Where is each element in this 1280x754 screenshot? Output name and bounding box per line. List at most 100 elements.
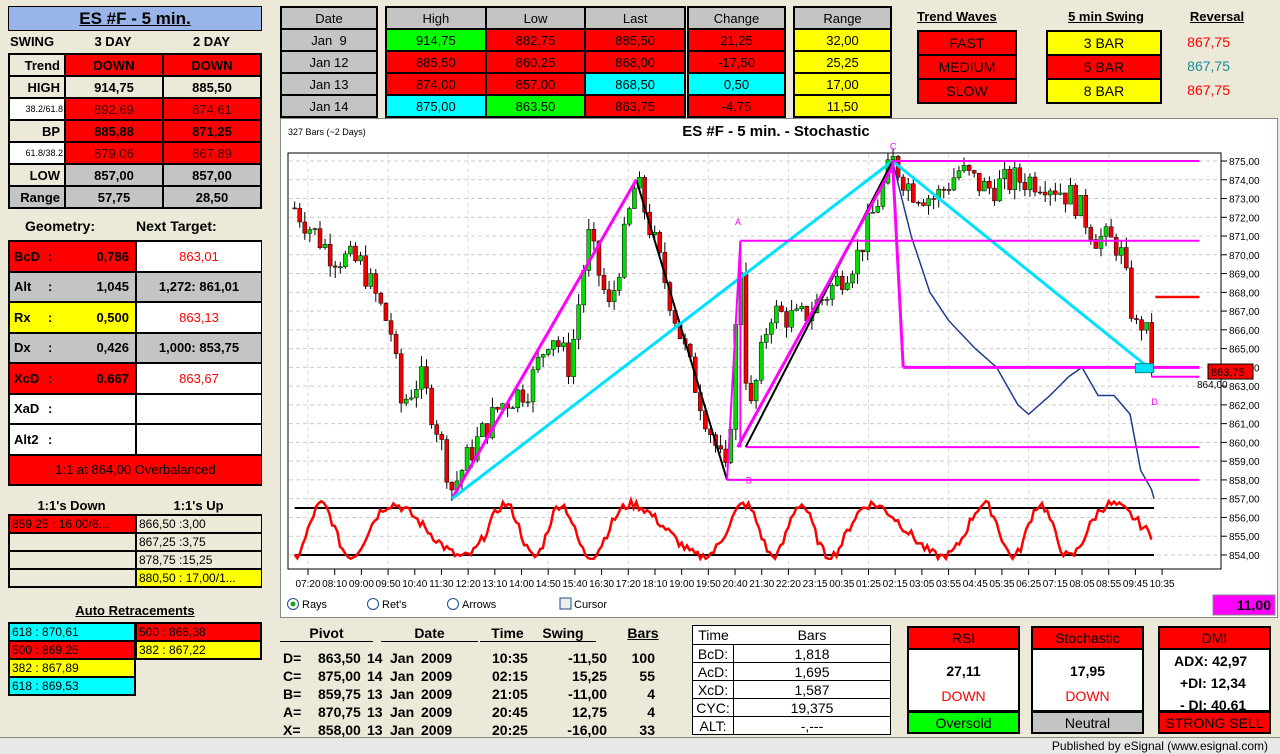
x-tick-label: 17:20: [616, 579, 641, 590]
reversal-value: 867,75: [1187, 58, 1230, 74]
stochastic-value: 17,95: [1069, 663, 1106, 679]
chart-panel[interactable]: 327 Bars (~2 Days) ES #F - 5 min. - Stoch…: [280, 118, 1278, 618]
pivot-time: 21:05: [492, 686, 528, 702]
daily-change: -4,75: [688, 95, 785, 117]
retracement-item: 500 : 868,38: [136, 623, 261, 641]
reversal-header: Reversal: [1189, 9, 1245, 24]
swing-value: 871,25: [163, 120, 261, 142]
candle-up: [845, 282, 850, 290]
x-tick-label: 09:00: [349, 579, 374, 590]
y-tick-label: 860,00: [1229, 438, 1260, 449]
x-tick-label: 14:50: [536, 579, 561, 590]
cursor-label[interactable]: Cursor: [574, 599, 607, 611]
price-chart[interactable]: 327 Bars (~2 Days) ES #F - 5 min. - Stoch…: [281, 119, 1279, 619]
pivot-bars: 4: [647, 686, 655, 702]
radio-label[interactable]: Arrows: [462, 599, 497, 611]
y-tick-label: 856,00: [1229, 513, 1260, 524]
radio-label[interactable]: Rays: [302, 599, 328, 611]
pivot-name: A=: [283, 704, 302, 720]
geometry-label: Alt: [14, 279, 32, 295]
candle-down: [424, 366, 429, 389]
swing-2day-header: 2 DAY: [192, 34, 231, 49]
pivot-header: Time: [480, 625, 535, 642]
rsi-panel: RSI 27,11 DOWN Oversold: [907, 626, 1020, 734]
geometry-colon: :: [48, 370, 53, 386]
x-tick-label: 18:10: [642, 579, 667, 590]
swing-row-label: 38.2/61.8: [9, 98, 65, 120]
geometry-target: 863,13: [136, 302, 262, 333]
radio-rets[interactable]: [367, 598, 379, 610]
candle-up: [632, 187, 637, 209]
candle-up: [561, 342, 566, 347]
swing-row-label: LOW: [9, 164, 65, 186]
pivot-label-c: C: [890, 142, 897, 152]
candle-down: [916, 202, 921, 204]
retracements-left: 618 : 870,61 500 : 869,25 382 : 867,89 618 …: [8, 622, 136, 696]
x-tick-label: 09:45: [1123, 579, 1148, 590]
overbalanced-banner: 1:1 at 864,00 Overbalanced: [9, 454, 262, 485]
geometry-label: XaD: [14, 401, 40, 417]
daily-date: Jan 14: [281, 95, 377, 117]
daily-low: 860,25: [485, 51, 586, 73]
x-tick-label: 23:15: [803, 579, 828, 590]
daily-range: 25,25: [794, 51, 891, 73]
pivot-header: Swing: [530, 625, 596, 642]
candle-up: [464, 447, 470, 471]
radio-label[interactable]: Ret's: [382, 599, 407, 611]
geometry-grid: BcD:0,786 863,01 Alt:1,045 1,272: 861,01 Rx:…: [8, 240, 262, 486]
candle-down: [332, 265, 338, 268]
candle-down: [566, 342, 571, 377]
time-header: Time: [693, 626, 734, 644]
candle-down: [388, 320, 394, 335]
ones-down-item: 859,25 : 16,00/8...: [9, 515, 136, 533]
x-tick-label: 02:15: [883, 579, 908, 590]
pivot-name: X=: [283, 722, 301, 738]
pivot-time: 20:45: [492, 704, 528, 720]
candle-down: [1124, 247, 1129, 269]
geometry-label: XcD: [14, 370, 40, 386]
daily-low: 863,50: [485, 95, 586, 117]
candle-down: [992, 187, 997, 202]
candle-up: [348, 245, 353, 255]
radio-arrows[interactable]: [447, 598, 459, 610]
daily-change: -17,50: [688, 51, 785, 73]
candle-up: [870, 212, 876, 214]
daily-high: 914,75: [386, 29, 486, 51]
candle-up: [1068, 184, 1073, 205]
x-tick-label: 05:35: [989, 579, 1014, 590]
swing-bar-item: 3 BAR: [1047, 31, 1161, 55]
candle-down: [1042, 191, 1048, 196]
pivot-header: Date: [381, 625, 478, 642]
retracement-item: 382 : 867,89: [9, 659, 135, 677]
candle-up: [1027, 176, 1033, 190]
daily-high: 885,50: [386, 51, 486, 73]
candle-down: [941, 189, 947, 191]
candle-up: [764, 334, 769, 343]
ones-down-header: 1:1's Down: [37, 498, 106, 513]
geometry-colon: :: [48, 401, 53, 417]
cursor-checkbox[interactable]: [559, 597, 572, 610]
pivot-month: Jan: [390, 722, 415, 738]
y-tick-label: 857,00: [1229, 495, 1260, 506]
swing-row-label: Trend: [9, 54, 65, 76]
candle-up: [409, 397, 414, 400]
candle-up: [343, 253, 348, 268]
geometry-colon: :: [48, 340, 53, 356]
candle-down: [921, 202, 926, 206]
candle-down: [556, 340, 561, 347]
time-bars-label: ALT:: [693, 716, 734, 734]
retracements-right: 500 : 868,38 382 : 867,22: [135, 622, 262, 660]
time-bars-label: CYC:: [693, 698, 734, 716]
candle-up: [890, 156, 896, 161]
y-tick-label: 861,00: [1229, 420, 1260, 431]
daily-header: Last: [585, 7, 685, 29]
y-tick-label: 862,00: [1229, 401, 1260, 412]
candle-down: [353, 245, 358, 262]
candle-up: [616, 277, 622, 291]
candle-down: [449, 481, 455, 491]
pivot-label-a: A: [735, 217, 741, 227]
geometry-ratio-cell: Rx: 0,500: [9, 302, 136, 333]
plus-di-label: +DI:: [1180, 675, 1207, 691]
x-tick-label: 15:40: [562, 579, 587, 590]
pivot-swing: 12,75: [571, 704, 607, 720]
